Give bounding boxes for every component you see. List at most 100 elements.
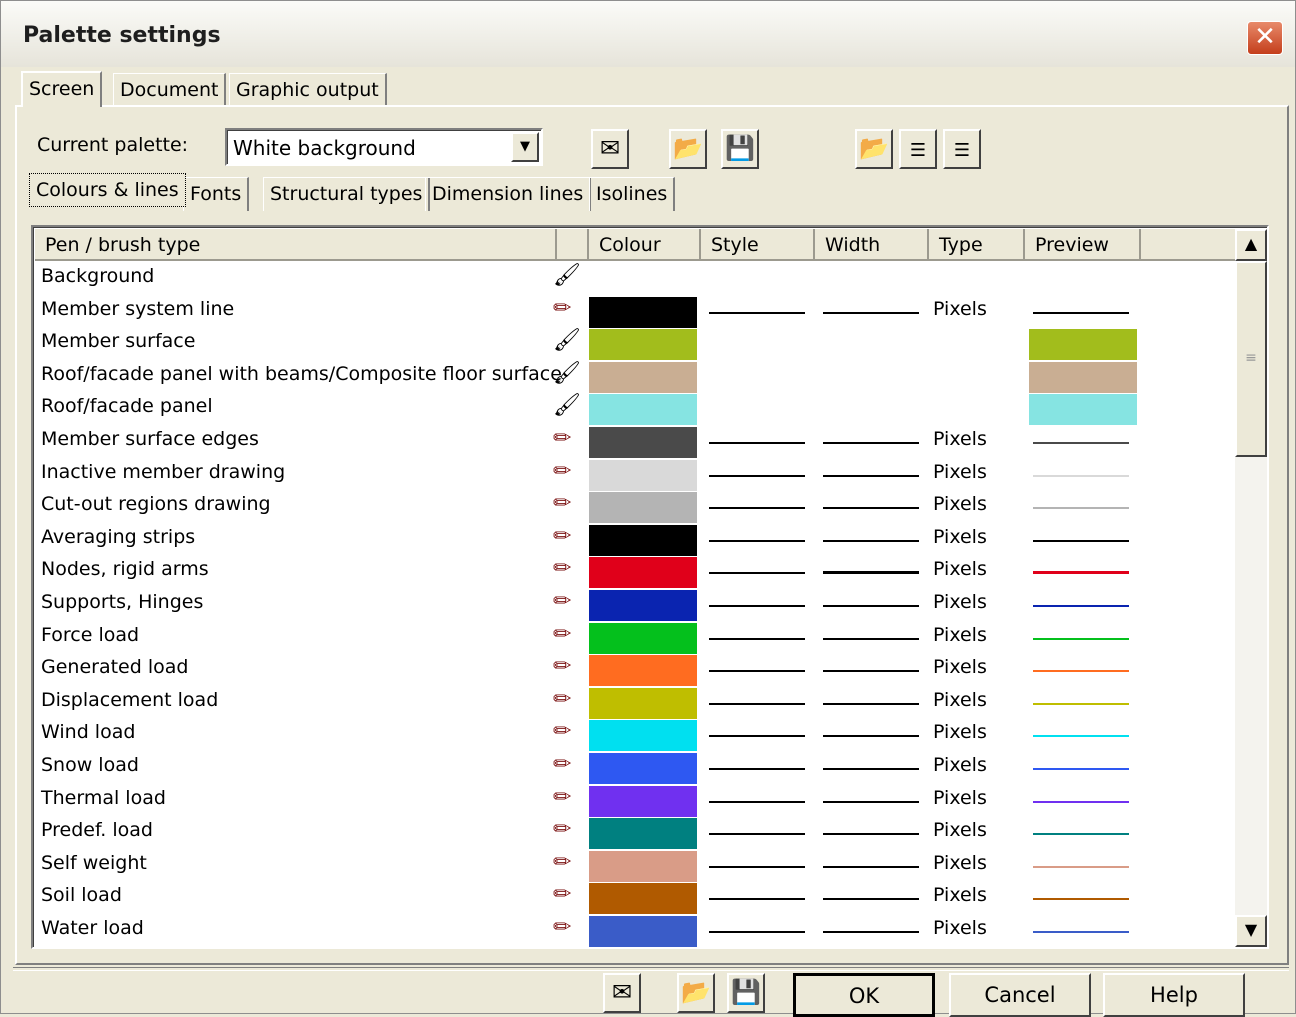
table-row[interactable]: Snow load ✏ Pixels (33, 752, 1233, 785)
import-palette-button[interactable]: 📂 (855, 129, 893, 169)
footer-email-button[interactable]: ✉ (603, 973, 641, 1013)
table-row[interactable]: Averaging strips ✏ Pixels (33, 524, 1233, 557)
style-line[interactable] (709, 670, 805, 673)
scroll-down-button[interactable]: ▼ (1235, 915, 1267, 947)
style-line[interactable] (709, 768, 805, 770)
style-line[interactable] (709, 865, 805, 868)
colour-swatch[interactable] (589, 329, 697, 361)
close-button[interactable]: ✕ (1247, 21, 1283, 55)
footer-save-button[interactable]: 💾 (727, 973, 765, 1013)
column-header-preview[interactable]: Preview (1025, 229, 1141, 261)
table-row[interactable]: Cut-out regions drawing ✏ Pixels (33, 491, 1233, 524)
style-line[interactable] (709, 572, 805, 575)
type-value[interactable]: Pixels (933, 428, 987, 450)
scroll-thumb[interactable]: ≡ (1235, 261, 1267, 457)
tab-graphic-output[interactable]: Graphic output (229, 73, 387, 107)
style-line[interactable] (709, 507, 805, 510)
table-row[interactable]: Member surface 🖌 (33, 328, 1233, 361)
colour-swatch[interactable] (589, 883, 697, 915)
type-value[interactable]: Pixels (933, 624, 987, 646)
colour-swatch[interactable] (589, 361, 697, 393)
table-row[interactable]: Nodes, rigid arms ✏ Pixels (33, 556, 1233, 589)
colour-swatch[interactable] (589, 850, 697, 882)
table-row[interactable]: Inactive member drawing ✏ Pixels (33, 459, 1233, 492)
style-line[interactable] (709, 735, 805, 738)
width-line[interactable] (823, 637, 919, 640)
type-value[interactable]: Pixels (933, 526, 987, 548)
width-line[interactable] (823, 768, 919, 770)
subtab-isolines[interactable]: Isolines (589, 177, 676, 211)
table-row[interactable]: Force load ✏ Pixels (33, 622, 1233, 655)
open-palette-button[interactable]: 📂 (669, 129, 707, 169)
type-value[interactable]: Pixels (933, 852, 987, 874)
table-row[interactable]: Thermal load ✏ Pixels (33, 785, 1233, 818)
style-line[interactable] (709, 474, 805, 477)
column-header-style[interactable]: Style (701, 229, 815, 261)
colour-swatch[interactable] (589, 296, 697, 328)
width-line[interactable] (823, 800, 919, 803)
table-row[interactable]: Generated load ✏ Pixels (33, 654, 1233, 687)
type-value[interactable]: Pixels (933, 721, 987, 743)
width-line[interactable] (823, 931, 919, 933)
subtab-structural-types[interactable]: Structural types (263, 177, 431, 211)
type-value[interactable]: Pixels (933, 754, 987, 776)
colour-swatch[interactable] (589, 916, 697, 947)
table-row[interactable]: Self weight ✏ Pixels (33, 850, 1233, 883)
width-line[interactable] (823, 539, 919, 542)
title-bar[interactable]: Palette settings ✕ (1, 1, 1295, 67)
ok-button[interactable]: OK (793, 973, 935, 1017)
table-row[interactable]: Soil load ✏ Pixels (33, 882, 1233, 915)
colour-swatch[interactable] (589, 818, 697, 850)
type-value[interactable]: Pixels (933, 493, 987, 515)
column-header-type[interactable]: Type (929, 229, 1025, 261)
colour-swatch[interactable] (589, 524, 697, 556)
chevron-down-icon[interactable]: ▼ (511, 132, 539, 162)
width-line[interactable] (823, 865, 919, 868)
colour-swatch[interactable] (589, 720, 697, 752)
width-line[interactable] (823, 735, 919, 738)
table-row[interactable]: Wind load ✏ Pixels (33, 719, 1233, 752)
style-line[interactable] (709, 931, 805, 933)
width-line[interactable] (823, 670, 919, 673)
save-palette-button[interactable]: 💾 (721, 129, 759, 169)
tab-document[interactable]: Document (113, 73, 227, 107)
email-palette-button[interactable]: ✉ (591, 129, 629, 169)
type-value[interactable]: Pixels (933, 461, 987, 483)
column-header-colour[interactable]: Colour (589, 229, 701, 261)
help-button[interactable]: Help (1103, 973, 1245, 1017)
table-row[interactable]: Roof/facade panel with beams/Composite f… (33, 361, 1233, 394)
type-value[interactable]: Pixels (933, 656, 987, 678)
type-value[interactable]: Pixels (933, 591, 987, 613)
style-line[interactable] (709, 833, 805, 836)
current-palette-select[interactable]: White background ▼ (225, 128, 543, 166)
type-value[interactable]: Pixels (933, 884, 987, 906)
colour-swatch[interactable] (589, 394, 697, 426)
style-line[interactable] (709, 311, 805, 314)
table-row[interactable]: Roof/facade panel 🖌 (33, 393, 1233, 426)
type-value[interactable]: Pixels (933, 558, 987, 580)
width-line[interactable] (823, 898, 919, 901)
style-line[interactable] (709, 898, 805, 901)
table-row[interactable]: Predef. load ✏ Pixels (33, 817, 1233, 850)
subtab-fonts[interactable]: Fonts (183, 177, 250, 211)
subtab-dimension-lines[interactable]: Dimension lines (425, 177, 592, 211)
width-line[interactable] (823, 474, 919, 477)
type-value[interactable]: Pixels (933, 787, 987, 809)
vertical-scrollbar[interactable]: ▲ ≡ ▼ (1235, 229, 1267, 947)
color-lines-alt-button[interactable]: ☰ (943, 129, 981, 169)
type-value[interactable]: Pixels (933, 917, 987, 939)
footer-open-button[interactable]: 📂 (677, 973, 715, 1013)
style-line[interactable] (709, 637, 805, 640)
subtab-colours-lines[interactable]: Colours & lines (29, 173, 186, 207)
style-line[interactable] (709, 442, 805, 444)
style-line[interactable] (709, 702, 805, 705)
colour-swatch[interactable] (589, 459, 697, 491)
width-line[interactable] (823, 833, 919, 836)
width-line[interactable] (823, 311, 919, 314)
type-value[interactable]: Pixels (933, 819, 987, 841)
colour-swatch[interactable] (589, 785, 697, 817)
colour-swatch[interactable] (589, 427, 697, 458)
style-line[interactable] (709, 800, 805, 803)
colour-swatch[interactable] (589, 590, 697, 621)
color-lines-button[interactable]: ☰ (899, 129, 937, 169)
